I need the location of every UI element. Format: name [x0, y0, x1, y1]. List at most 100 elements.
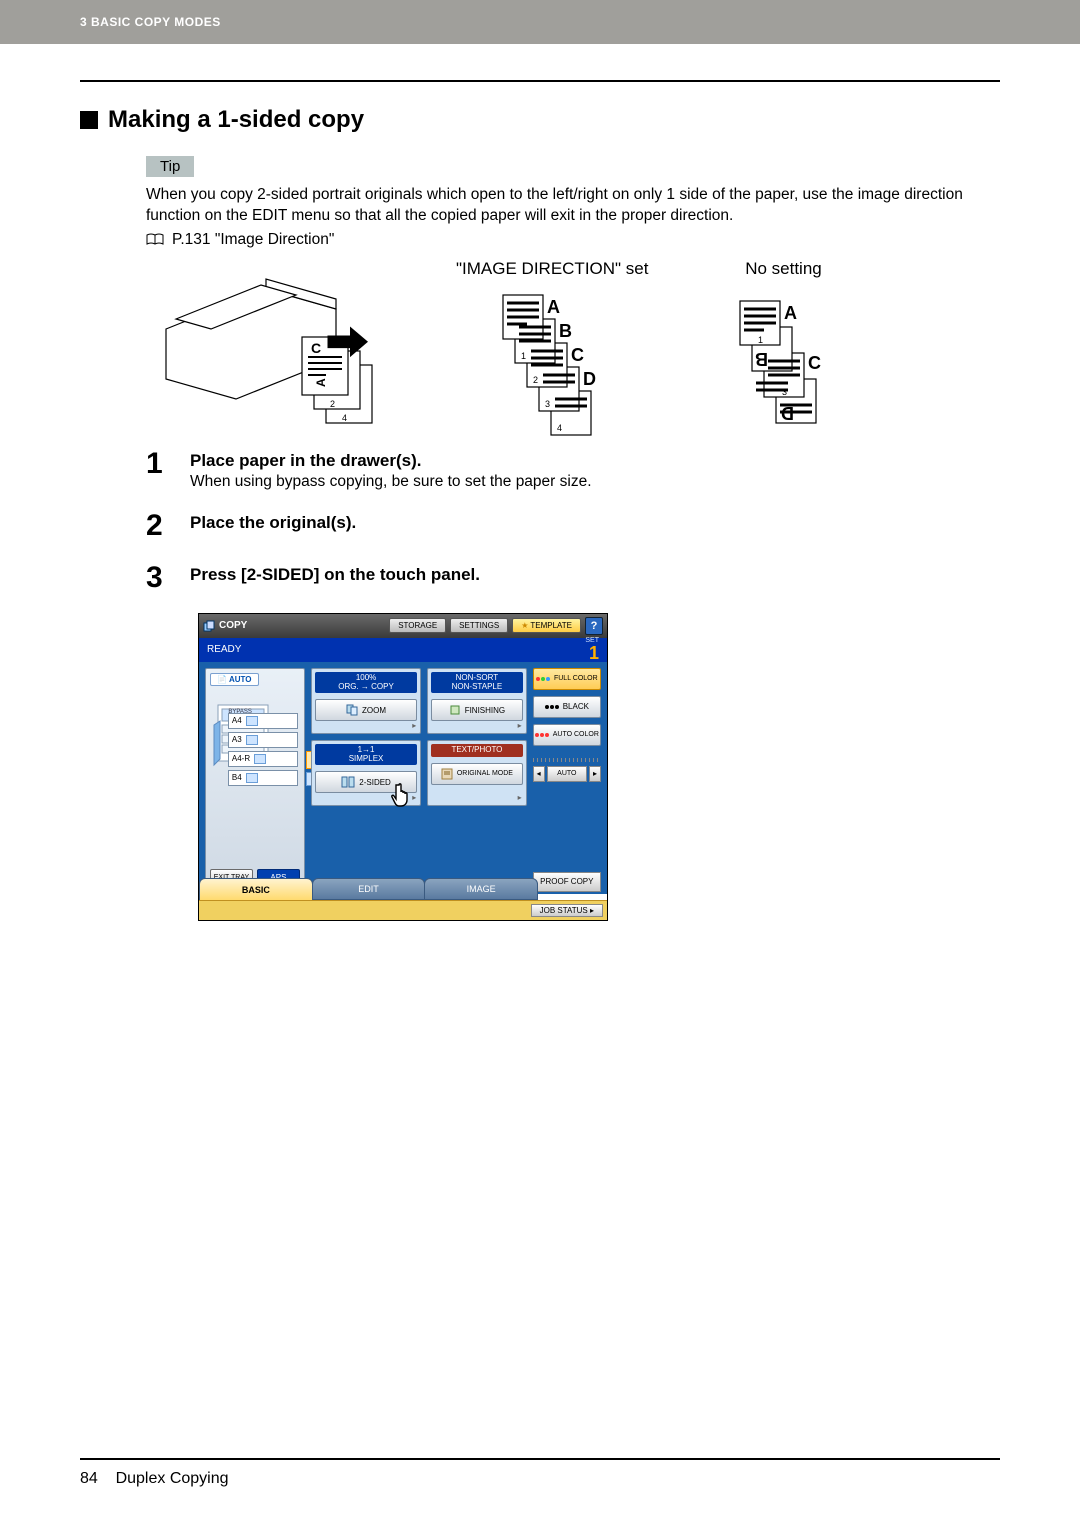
- zoom-button[interactable]: ZOOM: [315, 699, 417, 721]
- stack-image-direction-set: "IMAGE DIRECTION" set A B C D: [456, 259, 648, 447]
- full-color-button[interactable]: FULL COLOR: [533, 668, 601, 690]
- page-number: 84: [80, 1470, 98, 1487]
- density-slider: ◂ AUTO ▸: [533, 758, 601, 782]
- svg-text:4: 4: [557, 423, 562, 433]
- black-icon: [545, 705, 559, 709]
- help-button[interactable]: ?: [585, 617, 603, 635]
- density-lighter-button[interactable]: ◂: [533, 766, 545, 782]
- auto-paper-indicator[interactable]: 📄 AUTO: [210, 673, 259, 686]
- storage-button[interactable]: STORAGE: [389, 618, 446, 633]
- ready-status: READY: [207, 644, 241, 655]
- chapter-title: 3 BASIC COPY MODES: [80, 15, 221, 29]
- step-1-title: Place paper in the drawer(s).: [190, 451, 592, 471]
- top-rule: [80, 80, 1000, 82]
- status-bar: READY SET 1: [199, 638, 607, 662]
- section-title-text: Making a 1-sided copy: [108, 106, 364, 134]
- slider-track: [533, 758, 601, 762]
- drawer-a4r[interactable]: A4-R: [228, 751, 298, 767]
- proof-copy-button[interactable]: PROOF COPY: [533, 872, 601, 892]
- auto-paper-icon: 📄: [217, 675, 227, 684]
- step-number: 2: [146, 509, 174, 543]
- auto-color-button[interactable]: AUTO COLOR: [533, 724, 601, 746]
- step-2: 2 Place the original(s).: [146, 509, 1000, 543]
- section-heading: Making a 1-sided copy: [80, 106, 1000, 134]
- tab-image[interactable]: IMAGE: [424, 878, 538, 900]
- original-mode-box: TEXT/PHOTO ORIGINAL MODE ▸: [427, 740, 526, 806]
- zoom-2sided-column: 100%ORG. → COPY ZOOM ▸ 1→1SIMPLEX 2: [311, 668, 421, 892]
- auto-color-icon: [535, 733, 549, 737]
- chevron-right-icon: ▸: [412, 721, 416, 730]
- footer-rule: [80, 1458, 1000, 1460]
- density-auto-button[interactable]: AUTO: [547, 766, 587, 782]
- svg-text:A: A: [314, 378, 328, 387]
- finishing-mode-column: NON-SORTNON-STAPLE FINISHING ▸ TEXT/PHOT…: [427, 668, 526, 892]
- tab-basic[interactable]: BASIC: [199, 878, 313, 902]
- finishing-button[interactable]: FINISHING: [431, 699, 522, 721]
- svg-text:A: A: [784, 303, 797, 323]
- svg-text:C: C: [808, 353, 821, 373]
- copier-illustration: C A 4 2: [146, 259, 406, 429]
- zoom-icon: [346, 704, 358, 716]
- svg-text:C: C: [311, 340, 321, 356]
- original-mode-icon: [441, 768, 453, 780]
- svg-text:2: 2: [330, 399, 335, 409]
- tab-edit[interactable]: EDIT: [312, 878, 426, 900]
- image-direction-diagram: C A 4 2 "IMAGE DIRECTION" set: [146, 259, 1000, 447]
- density-darker-button[interactable]: ▸: [589, 766, 601, 782]
- label-image-direction-set: "IMAGE DIRECTION" set: [456, 259, 648, 279]
- copy-icon: [203, 620, 215, 632]
- svg-text:B: B: [559, 321, 572, 341]
- panel-title: COPY: [219, 620, 247, 631]
- paper-source-area: 📄 AUTO BYPASSFEED ▸: [205, 668, 305, 892]
- svg-text:D: D: [583, 369, 596, 389]
- chevron-right-icon: ▸: [518, 793, 522, 802]
- svg-text:C: C: [571, 345, 584, 365]
- stack-no-setting: No setting A C B D 1 3: [728, 259, 838, 437]
- panel-title-bar: COPY STORAGE SETTINGS ★TEMPLATE ?: [199, 614, 607, 638]
- step-2-title: Place the original(s).: [190, 513, 356, 533]
- finishing-icon: [449, 704, 461, 716]
- chapter-header: 3 BASIC COPY MODES: [0, 0, 1080, 44]
- drawer-a4[interactable]: A4: [228, 713, 298, 729]
- svg-text:1: 1: [758, 335, 763, 345]
- svg-text:4: 4: [342, 413, 347, 423]
- two-sided-box: 1→1SIMPLEX 2-SIDED ▸: [311, 740, 421, 806]
- paper-icon: [246, 716, 258, 726]
- paper-icon: [246, 773, 258, 783]
- tip-body: When you copy 2-sided portrait originals…: [146, 185, 1000, 227]
- svg-text:1: 1: [521, 351, 526, 361]
- chevron-right-icon: ▸: [412, 793, 416, 802]
- drawer-a3[interactable]: A3: [228, 732, 298, 748]
- zoom-box: 100%ORG. → COPY ZOOM ▸: [311, 668, 421, 734]
- procedure-steps: 1 Place paper in the drawer(s). When usi…: [146, 447, 1000, 595]
- touch-panel-screenshot: COPY STORAGE SETTINGS ★TEMPLATE ? READY …: [198, 613, 608, 921]
- chevron-right-icon: ▸: [518, 721, 522, 730]
- page-footer: 84 Duplex Copying: [80, 1458, 1000, 1488]
- hand-cursor-icon: [390, 781, 414, 809]
- duplex-icon: [341, 776, 355, 788]
- finishing-box: NON-SORTNON-STAPLE FINISHING ▸: [427, 668, 526, 734]
- paper-icon: [254, 754, 266, 764]
- paper-icon: [246, 735, 258, 745]
- svg-text:3: 3: [545, 399, 550, 409]
- black-button[interactable]: BLACK: [533, 696, 601, 718]
- step-3: 3 Press [2-SIDED] on the touch panel.: [146, 561, 1000, 595]
- book-icon: [146, 233, 164, 246]
- panel-body: 📄 AUTO BYPASSFEED ▸: [199, 662, 607, 894]
- original-mode-button[interactable]: ORIGINAL MODE: [431, 763, 522, 785]
- step-3-title: Press [2-SIDED] on the touch panel.: [190, 565, 480, 585]
- svg-text:A: A: [547, 297, 560, 317]
- full-color-icon: [536, 677, 550, 681]
- label-no-setting: No setting: [745, 259, 822, 279]
- svg-text:B: B: [755, 349, 768, 369]
- drawer-b4[interactable]: B4: [228, 770, 298, 786]
- square-bullet-icon: [80, 111, 98, 129]
- tip-ref-text: P.131 "Image Direction": [172, 231, 334, 249]
- svg-text:2: 2: [533, 375, 538, 385]
- tip-label: Tip: [146, 156, 194, 177]
- settings-button[interactable]: SETTINGS: [450, 618, 508, 633]
- tip-reference: P.131 "Image Direction": [146, 231, 1000, 249]
- job-status-button[interactable]: JOB STATUS ▸: [531, 904, 603, 917]
- panel-tabs: BASIC EDIT IMAGE: [199, 878, 537, 900]
- template-button[interactable]: ★TEMPLATE: [512, 618, 581, 633]
